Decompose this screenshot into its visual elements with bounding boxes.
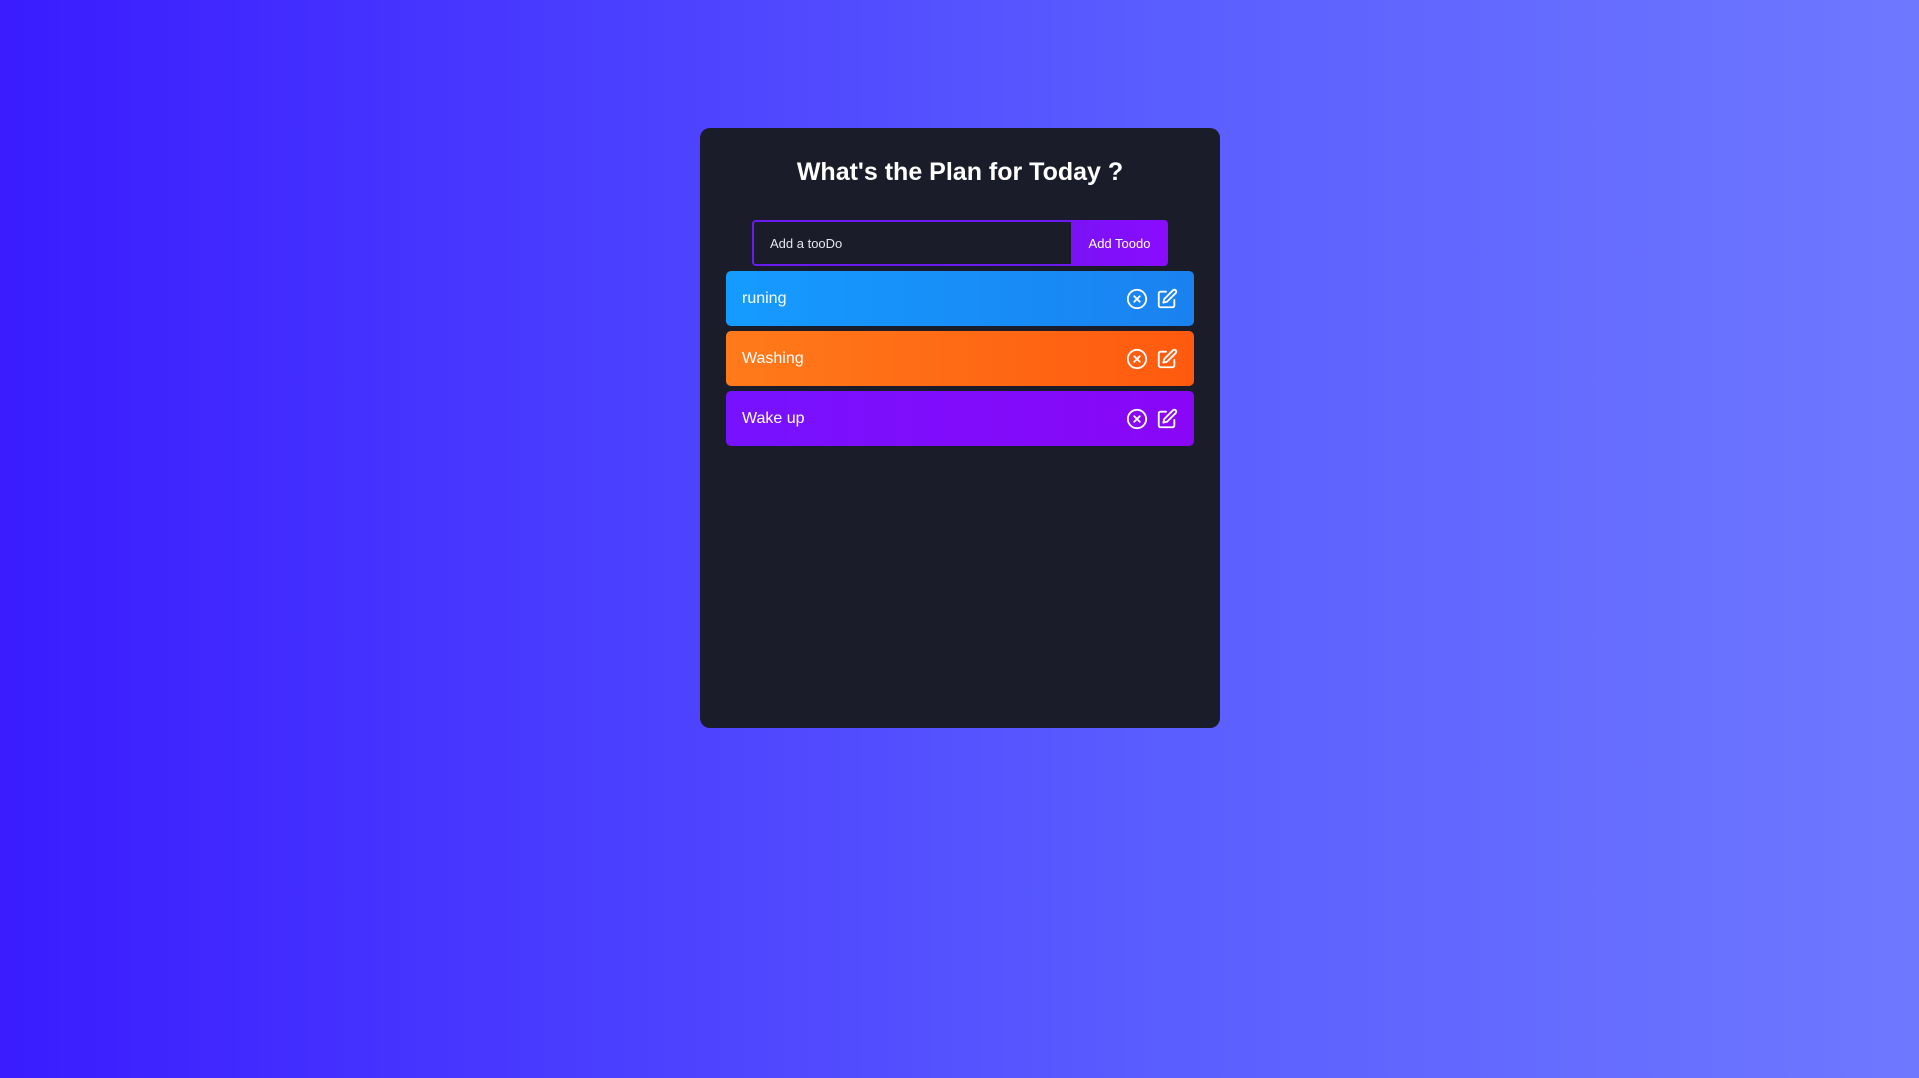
edit-icon[interactable] [1156,288,1178,310]
todo-text[interactable]: Wake up [742,410,805,428]
todo-row[interactable]: Washing [726,331,1194,386]
add-todo-button[interactable]: Add Toodo [1071,220,1168,266]
todo-list: runing Washing Wake up [726,271,1194,451]
todo-input[interactable] [752,220,1071,266]
todo-row[interactable]: runing [726,271,1194,326]
edit-icon[interactable] [1156,348,1178,370]
todo-actions [1126,408,1178,430]
close-circle-icon[interactable] [1126,348,1148,370]
todo-app-card: What's the Plan for Today ? Add Toodo ru… [700,128,1220,728]
edit-icon[interactable] [1156,408,1178,430]
todo-actions [1126,348,1178,370]
todo-text[interactable]: Washing [742,350,804,368]
close-circle-icon[interactable] [1126,288,1148,310]
todo-actions [1126,288,1178,310]
todo-form: Add Toodo [752,220,1168,266]
todo-text[interactable]: runing [742,290,786,308]
page-title: What's the Plan for Today ? [796,158,1124,186]
close-circle-icon[interactable] [1126,408,1148,430]
todo-row[interactable]: Wake up [726,391,1194,446]
